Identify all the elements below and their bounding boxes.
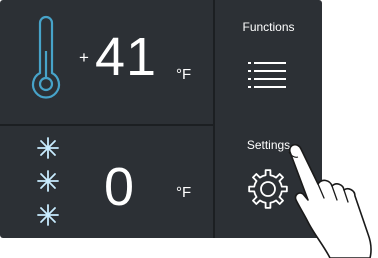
pointing-hand-icon <box>288 143 372 258</box>
snowflake-icon <box>37 170 59 192</box>
thermometer-icon <box>31 15 61 99</box>
freezer-temperature-tile[interactable]: 0 °F <box>0 126 213 238</box>
freezer-temperature-value: 0 <box>104 157 135 217</box>
snowflake-icon <box>37 137 59 159</box>
functions-label: Functions <box>242 20 295 34</box>
fridge-temperature-tile[interactable]: + 41 °F <box>0 0 213 124</box>
functions-button[interactable]: Functions <box>215 0 322 124</box>
fridge-temperature-value: 41 <box>95 27 158 87</box>
freezer-temperature-unit: °F <box>176 184 192 201</box>
snowflake-icon <box>37 204 59 226</box>
fridge-temperature-sign: + <box>79 48 89 67</box>
list-icon <box>248 62 286 88</box>
fridge-temperature-unit: °F <box>176 66 192 83</box>
